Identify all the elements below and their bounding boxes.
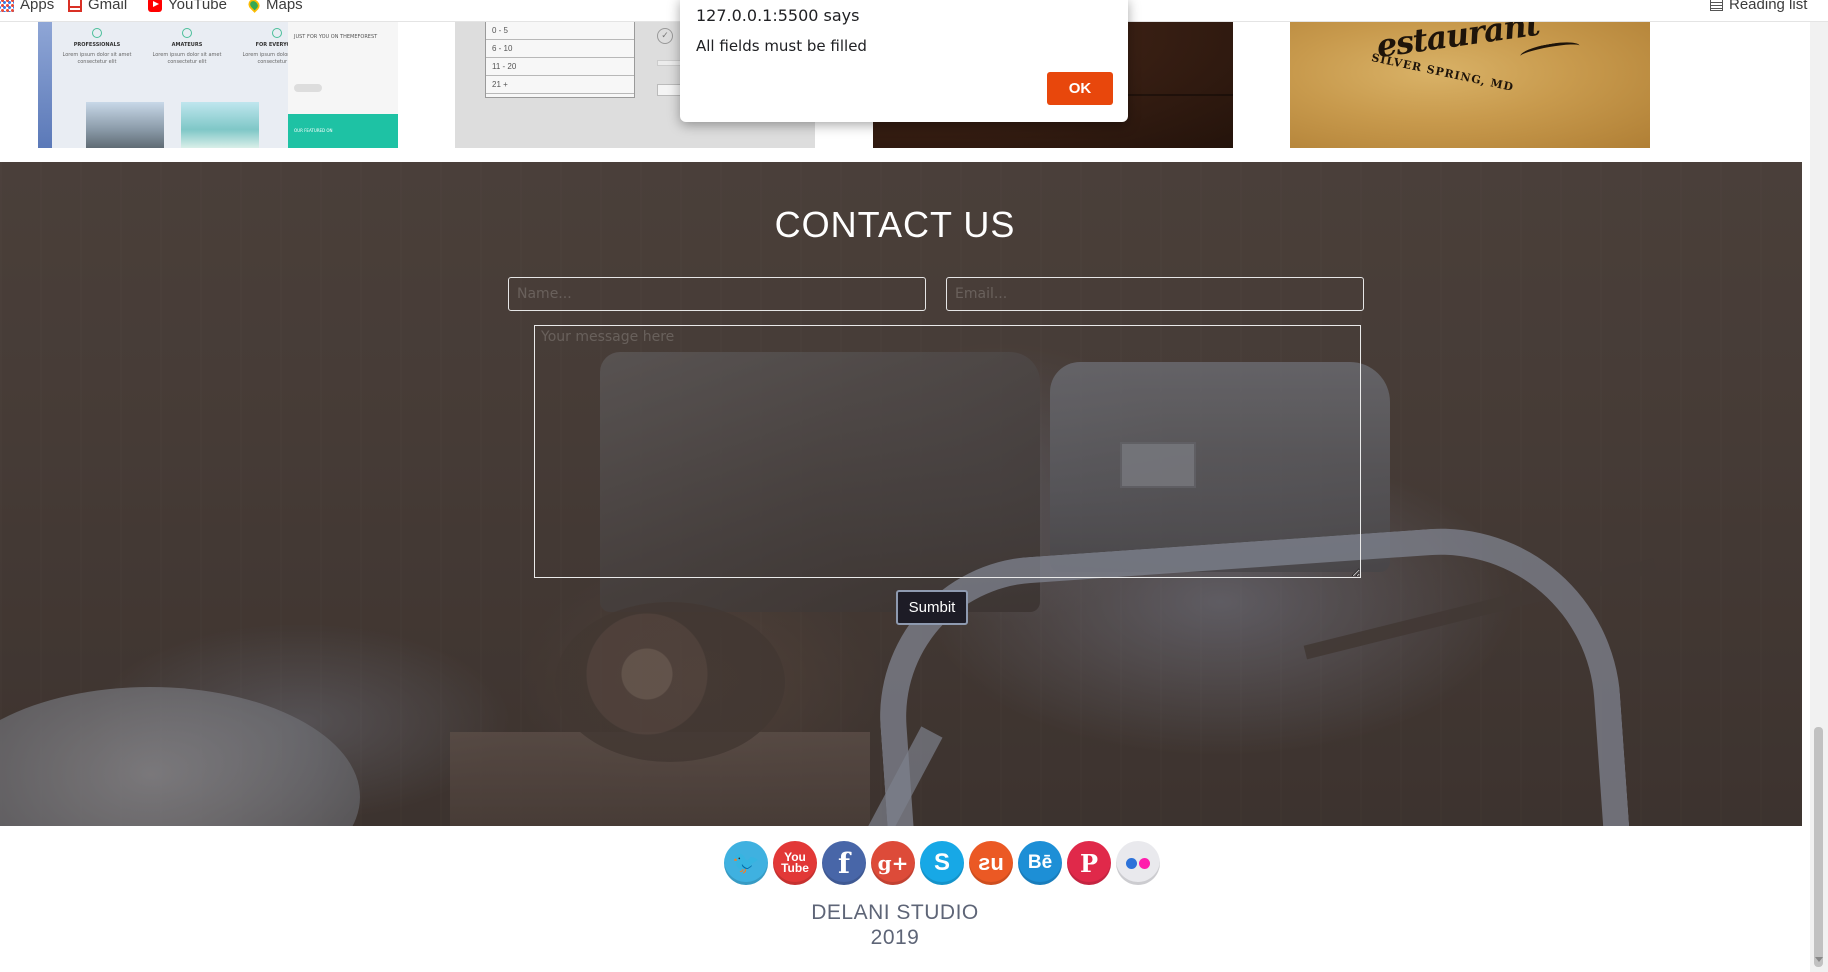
skype-icon[interactable]: S — [920, 841, 964, 885]
scrollbar-thumb[interactable] — [1814, 727, 1823, 967]
bookmark-maps[interactable]: Maps — [246, 0, 303, 13]
checkmark-icon: ✓ — [657, 28, 673, 44]
stumbleupon-icon[interactable]: ƨu — [969, 841, 1013, 885]
feature-col: AMATEURS Lorem ipsum dolor sit amet conse… — [152, 28, 222, 66]
contact-section: CONTACT US Sumbit — [0, 162, 1802, 826]
apps-grid-icon — [0, 0, 14, 12]
dialog-message: All fields must be filled — [696, 37, 867, 55]
range-table: 0 - 5 6 - 10 11 - 20 21 + — [485, 22, 635, 98]
youtube-icon[interactable]: You Tube — [773, 841, 817, 885]
footer-credits: DELANI STUDIO 2019 — [0, 900, 1790, 950]
alert-dialog: 127.0.0.1:5500 says All fields must be f… — [680, 0, 1128, 122]
leaf-icon — [182, 28, 192, 38]
thumbnail-heading: JUST FOR YOU ON THEMEFOREST — [294, 34, 378, 40]
bookmark-maps-label: Maps — [266, 0, 303, 13]
email-input[interactable] — [946, 277, 1364, 311]
feature-col: PROFESSIONALS Lorem ipsum dolor sit amet … — [62, 28, 132, 66]
footer-year: 2019 — [870, 926, 920, 949]
thumbnail-photo — [86, 102, 164, 148]
page-scrollbar[interactable] — [1810, 22, 1828, 972]
reading-list-label: Reading list — [1729, 0, 1808, 13]
youtube-icon — [148, 0, 162, 12]
scroll-down-arrow-icon[interactable] — [1815, 957, 1823, 962]
behance-icon[interactable]: Bē — [1018, 841, 1062, 885]
dialog-origin: 127.0.0.1:5500 says — [696, 6, 860, 25]
bookmark-youtube-label: YouTube — [168, 0, 227, 13]
reading-list-button[interactable]: Reading list — [1710, 0, 1807, 13]
message-textarea[interactable] — [534, 325, 1361, 578]
restaurant-location: SILVER SPRING, MD — [1370, 51, 1516, 94]
contact-title: CONTACT US — [774, 204, 1016, 245]
pinterest-icon[interactable]: P — [1067, 841, 1111, 885]
reading-list-icon — [1710, 0, 1723, 11]
thumbnail-photo — [181, 102, 259, 148]
leaf-icon — [272, 28, 282, 38]
bookmark-apps[interactable]: Apps — [0, 0, 54, 13]
bookmark-gmail-label: Gmail — [88, 0, 128, 13]
flickr-icon[interactable] — [1116, 841, 1160, 885]
portfolio-item-website[interactable]: PROFESSIONALS Lorem ipsum dolor sit amet … — [38, 22, 398, 148]
leaf-icon — [92, 28, 102, 38]
studio-name: DELANI STUDIO — [811, 901, 979, 924]
gmail-icon — [68, 0, 82, 12]
facebook-icon[interactable]: f — [822, 841, 866, 885]
social-links: 🐦 You Tube f g+ S ƨu Bē P — [724, 841, 1160, 885]
bookmark-apps-label: Apps — [20, 0, 55, 13]
maps-pin-icon — [246, 0, 262, 13]
google-plus-icon[interactable]: g+ — [871, 841, 915, 885]
bookmark-youtube[interactable]: YouTube — [148, 0, 227, 13]
submit-button[interactable]: Sumbit — [896, 590, 968, 625]
twitter-icon[interactable]: 🐦 — [724, 841, 768, 885]
portfolio-item-restaurant[interactable]: estaurant SILVER SPRING, MD — [1290, 22, 1650, 148]
ok-button[interactable]: OK — [1047, 72, 1113, 105]
bookmark-gmail[interactable]: Gmail — [68, 0, 127, 13]
name-input[interactable] — [508, 277, 926, 311]
